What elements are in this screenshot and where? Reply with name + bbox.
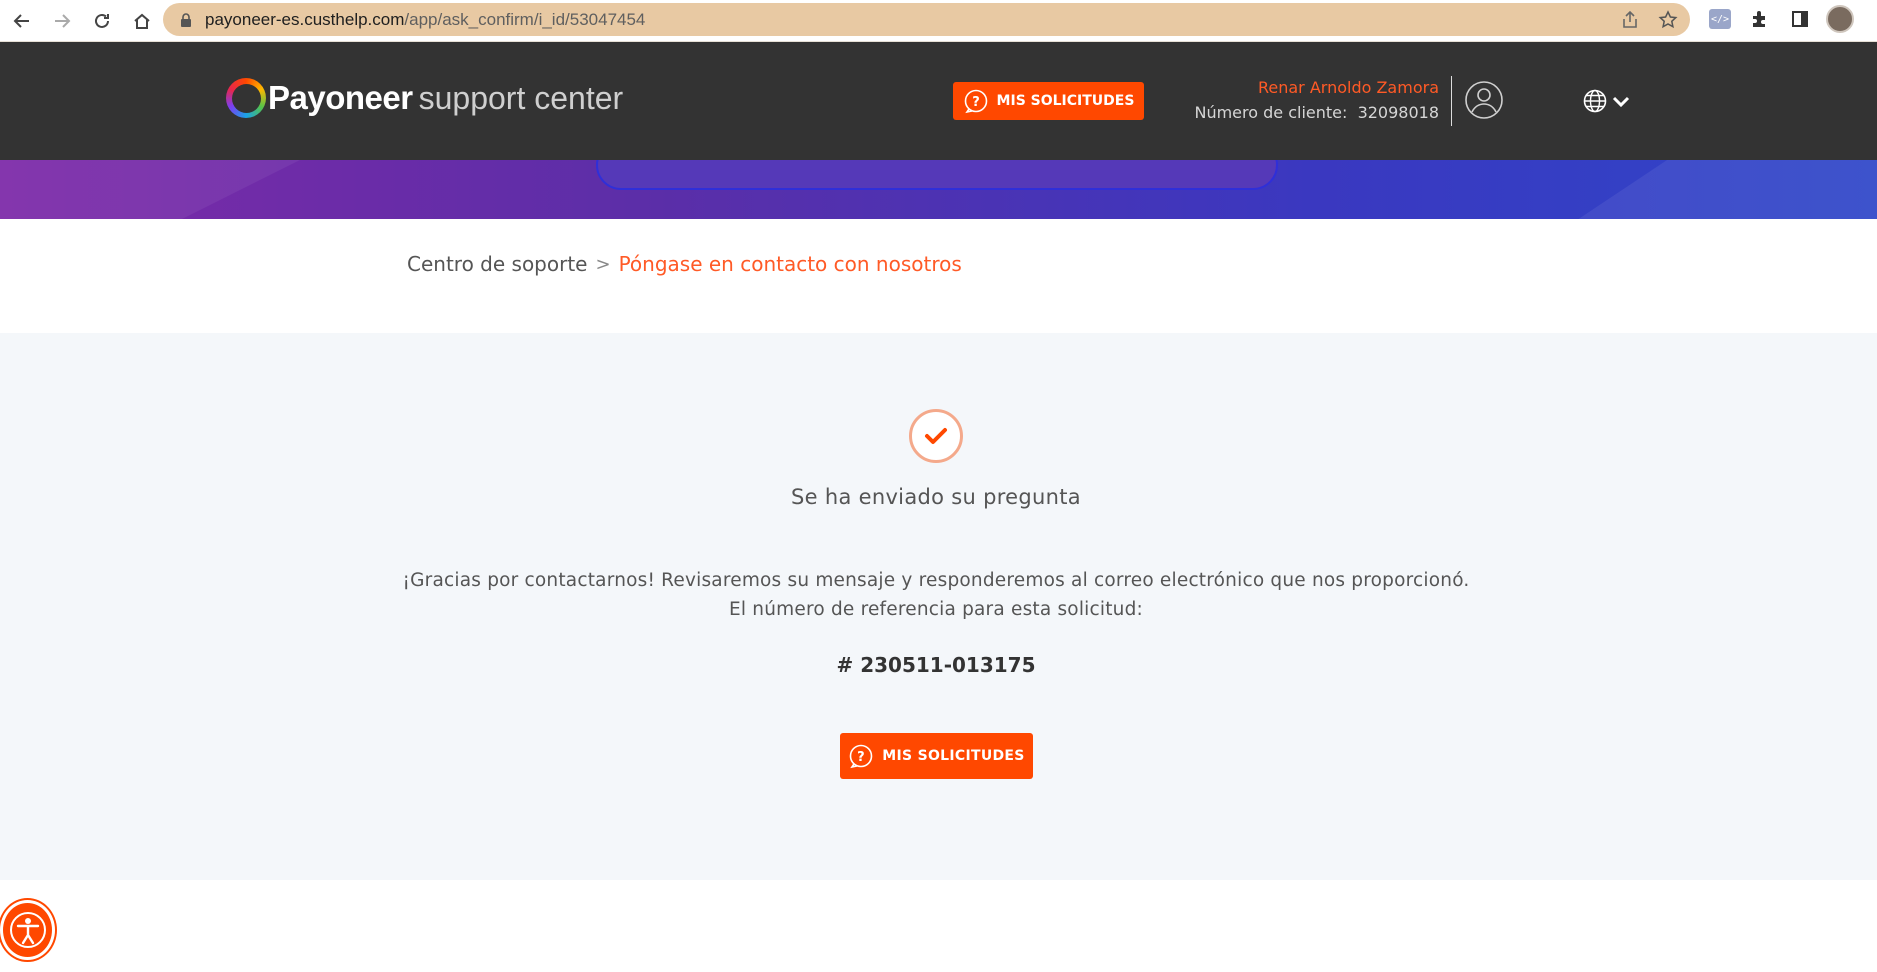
extensions-icon[interactable] [1745, 4, 1775, 34]
payoneer-logo[interactable]: Payoneer support center [226, 78, 623, 118]
breadcrumb-current[interactable]: Póngase en contacto con nosotros [619, 252, 962, 276]
question-bubble-icon: ? [964, 89, 987, 114]
reload-icon[interactable] [84, 3, 120, 39]
hero-banner [0, 160, 1877, 219]
globe-icon [1583, 89, 1607, 113]
user-icon[interactable] [1464, 80, 1504, 120]
confirmation-message-line1: ¡Gracias por contactarnos! Revisaremos s… [402, 570, 1470, 591]
confirmation-title: Se ha enviado su pregunta [791, 485, 1081, 509]
accessibility-icon[interactable] [0, 900, 55, 960]
user-info: Renar Arnoldo Zamora Número de cliente: … [1194, 78, 1439, 122]
question-bubble-icon: ? [849, 744, 873, 769]
logo-brand-text: Payoneer [268, 79, 413, 116]
devtools-extension-icon[interactable]: </> [1705, 4, 1735, 34]
home-icon[interactable] [124, 3, 160, 39]
header-my-requests-label: MIS SOLICITUDES [996, 93, 1135, 109]
chevron-down-icon [1612, 96, 1630, 108]
star-icon[interactable] [1656, 8, 1680, 32]
search-input[interactable] [596, 160, 1278, 190]
confirmation-message: ¡Gracias por contactarnos! Revisaremos s… [0, 566, 1872, 624]
reference-number: # 230511-013175 [836, 653, 1036, 677]
user-name[interactable]: Renar Arnoldo Zamora [1194, 78, 1439, 97]
header-my-requests-button[interactable]: ? MIS SOLICITUDES [953, 82, 1144, 120]
site-header: Payoneer support center ? MIS SOLICITUDE… [0, 42, 1877, 160]
svg-text:?: ? [857, 750, 865, 765]
browser-toolbar: payoneer-es.custhelp.com/app/ask_confirm… [0, 0, 1877, 42]
header-divider [1451, 76, 1452, 126]
my-requests-label: MIS SOLICITUDES [882, 748, 1025, 764]
checkmark-icon [909, 409, 963, 463]
logo-sub-text: support center [418, 79, 624, 116]
share-icon[interactable] [1618, 8, 1642, 32]
profile-avatar[interactable] [1825, 4, 1855, 34]
breadcrumb: Centro de soporte > Póngase en contacto … [407, 252, 962, 276]
my-requests-button[interactable]: ? MIS SOLICITUDES [840, 733, 1033, 779]
url-text: payoneer-es.custhelp.com/app/ask_confirm… [205, 9, 646, 29]
sidepanel-icon[interactable] [1785, 4, 1815, 34]
payoneer-ring-icon [226, 78, 266, 118]
language-switcher[interactable] [1582, 88, 1632, 114]
lock-icon[interactable] [179, 12, 193, 27]
breadcrumb-separator: > [595, 253, 611, 275]
confirmation-message-line2: El número de referencia para esta solici… [729, 599, 1143, 620]
customer-number: Número de cliente: 32098018 [1194, 103, 1439, 122]
breadcrumb-home-link[interactable]: Centro de soporte [407, 252, 587, 276]
back-icon[interactable] [4, 3, 40, 39]
address-bar[interactable]: payoneer-es.custhelp.com/app/ask_confirm… [163, 3, 1690, 36]
forward-icon[interactable] [44, 3, 80, 39]
svg-text:?: ? [972, 95, 980, 110]
